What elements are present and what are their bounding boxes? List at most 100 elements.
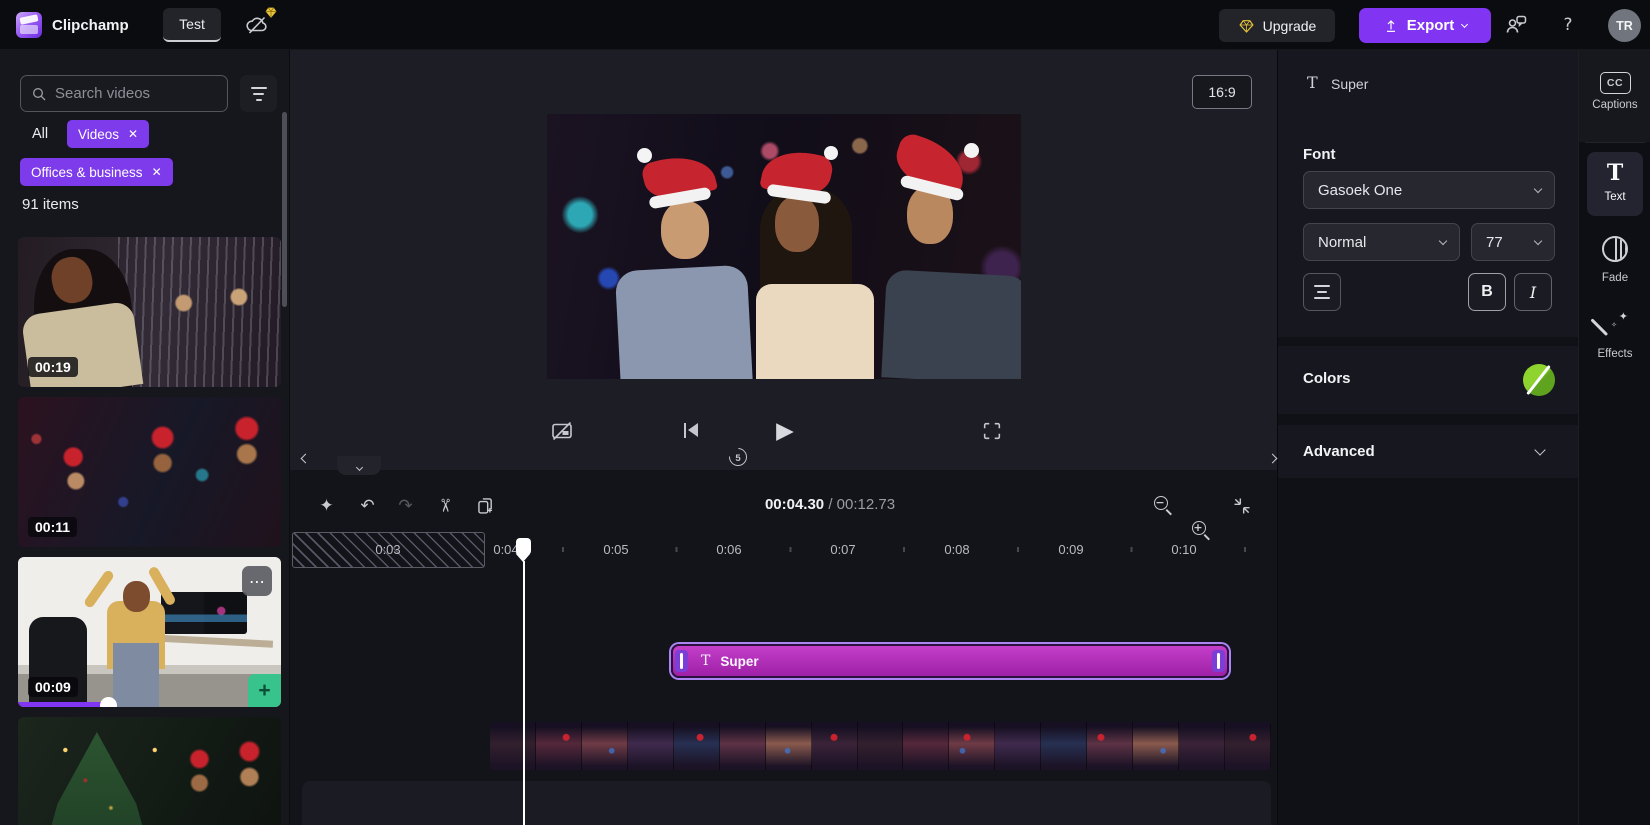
film-frame — [674, 722, 720, 770]
video-thumbnail-3[interactable]: ⋯ + 00:09 — [18, 557, 281, 707]
panel-collapse-button[interactable] — [1264, 449, 1280, 465]
search-box — [20, 75, 228, 112]
italic-button[interactable]: I — [1514, 273, 1552, 311]
filter-button[interactable] — [240, 75, 277, 112]
bold-button[interactable]: B — [1468, 273, 1506, 311]
upgrade-button[interactable]: Upgrade — [1219, 9, 1335, 42]
film-frame — [1087, 722, 1133, 770]
fullscreen-button[interactable] — [979, 418, 1005, 444]
zoom-out-button[interactable]: − — [1151, 493, 1176, 518]
export-arrow-icon — [1383, 18, 1399, 34]
align-center-icon — [1314, 285, 1330, 287]
thumb-art — [83, 568, 115, 608]
filter-chip-offices-business[interactable]: Offices & business ✕ — [20, 158, 173, 186]
rail-item-effects[interactable]: ✦ ✧ Effects — [1579, 312, 1650, 360]
more-options-icon[interactable]: ⋯ — [242, 566, 272, 596]
timeline-ruler[interactable]: 0:03 0:04 0:05 0:06 0:07 0:08 0:09 0:10 — [290, 532, 1277, 568]
chevron-down-icon — [1439, 236, 1447, 244]
film-frame — [858, 722, 904, 770]
video-thumbnail-4[interactable] — [18, 717, 281, 825]
rail-divider — [1585, 142, 1645, 143]
rail-item-captions[interactable]: CC Captions — [1579, 50, 1650, 142]
upgrade-label: Upgrade — [1263, 18, 1317, 34]
playhead[interactable] — [516, 538, 531, 825]
export-button[interactable]: Export — [1359, 8, 1491, 43]
close-icon[interactable]: ✕ — [128, 127, 138, 141]
video-track-strip[interactable] — [490, 722, 1271, 770]
rail-item-fade[interactable]: Fade — [1579, 236, 1650, 284]
video-thumbnail-2[interactable]: 00:11 — [18, 397, 281, 547]
fit-timeline-icon — [1232, 496, 1252, 516]
hover-scrub-bar[interactable] — [18, 702, 281, 707]
filter-chip-videos[interactable]: Videos ✕ — [67, 120, 149, 148]
undo-button[interactable]: ↶ — [355, 493, 380, 518]
zoom-to-fit-button[interactable] — [1229, 493, 1254, 518]
scrub-handle[interactable] — [100, 697, 117, 707]
film-frame — [812, 722, 858, 770]
clipchamp-logo-icon[interactable] — [16, 12, 42, 38]
project-name-button[interactable]: Test — [163, 8, 221, 42]
font-weight-select[interactable]: Normal — [1303, 223, 1460, 261]
close-icon[interactable]: ✕ — [152, 165, 162, 179]
clip-trim-handle-right[interactable] — [1212, 650, 1225, 672]
preview-overlay-toggle-button[interactable] — [549, 418, 575, 444]
timeline-collapse-tab[interactable] — [337, 456, 381, 475]
rewind-5s-button[interactable]: 5 — [725, 444, 751, 470]
sidebar-scrollbar[interactable] — [282, 112, 287, 307]
cloud-sync-off-button[interactable] — [238, 10, 276, 42]
magic-tools-button[interactable]: ✦ — [314, 493, 339, 518]
search-input[interactable] — [55, 85, 217, 102]
effects-wand-icon: ✦ ✧ — [1602, 312, 1628, 338]
rail-item-text[interactable]: T Text — [1587, 152, 1643, 216]
video-preview[interactable] — [547, 114, 1021, 379]
text-properties-panel: T Super Font Gasoek One Normal 77 B I Co… — [1277, 50, 1578, 825]
text-clip-label: Super — [720, 654, 758, 669]
advanced-section-label[interactable]: Advanced — [1303, 443, 1375, 460]
thumb-art — [123, 581, 150, 612]
user-avatar[interactable]: TR — [1608, 9, 1641, 42]
font-family-select[interactable]: Gasoek One — [1303, 171, 1555, 209]
playhead-handle[interactable] — [516, 538, 531, 555]
clipchamp-editor: Clipchamp Test Upgrade Export — [0, 0, 1650, 825]
aspect-ratio-button[interactable]: 16:9 — [1192, 75, 1252, 109]
media-library-sidebar: All Videos ✕ Offices & business ✕ 91 ite… — [0, 50, 290, 825]
preview-art — [824, 146, 838, 160]
preview-art — [615, 264, 753, 379]
scissors-icon: ✂ — [434, 498, 455, 513]
film-frame — [766, 722, 812, 770]
chevron-right-icon — [1267, 453, 1277, 463]
chevron-down-icon — [1461, 20, 1468, 27]
timeline-collapse-left-button[interactable] — [296, 448, 314, 466]
timeline-text-clip-super[interactable]: T Super — [671, 644, 1229, 678]
duration-badge: 00:09 — [28, 677, 78, 697]
timecode-separator: / — [828, 496, 832, 513]
fade-icon — [1602, 236, 1628, 262]
play-button[interactable]: ▶ — [772, 418, 798, 444]
premium-gem-icon — [264, 6, 278, 22]
text-align-button[interactable] — [1303, 273, 1341, 311]
filter-icon — [251, 87, 267, 89]
current-time: 00:04.30 — [765, 496, 824, 513]
redo-icon: ↷ — [398, 496, 412, 516]
redo-button[interactable]: ↷ — [393, 493, 418, 518]
help-button[interactable]: ? — [1554, 11, 1582, 39]
video-thumbnail-1[interactable]: 00:19 — [18, 237, 281, 387]
text-color-swatch[interactable] — [1523, 364, 1555, 396]
duration-badge: 00:11 — [28, 517, 77, 537]
preview-region: 16:9 — [290, 50, 1277, 470]
panel-title: Super — [1331, 76, 1368, 92]
skip-to-start-button[interactable] — [679, 418, 705, 444]
feedback-button[interactable] — [1500, 12, 1532, 40]
text-icon: T — [1307, 73, 1318, 92]
clip-trim-handle-left[interactable] — [675, 650, 688, 672]
split-button[interactable]: ✂ — [432, 493, 457, 518]
sparkle-icon: ✦ — [319, 496, 333, 516]
duplicate-button[interactable] — [473, 493, 498, 518]
timeline-track-row[interactable] — [302, 781, 1271, 825]
filter-all[interactable]: All — [32, 126, 48, 142]
film-frame — [720, 722, 766, 770]
gem-icon — [1238, 18, 1255, 34]
playhead-line — [523, 561, 525, 825]
font-size-select[interactable]: 77 — [1471, 223, 1555, 261]
add-to-timeline-button[interactable]: + — [248, 674, 281, 707]
